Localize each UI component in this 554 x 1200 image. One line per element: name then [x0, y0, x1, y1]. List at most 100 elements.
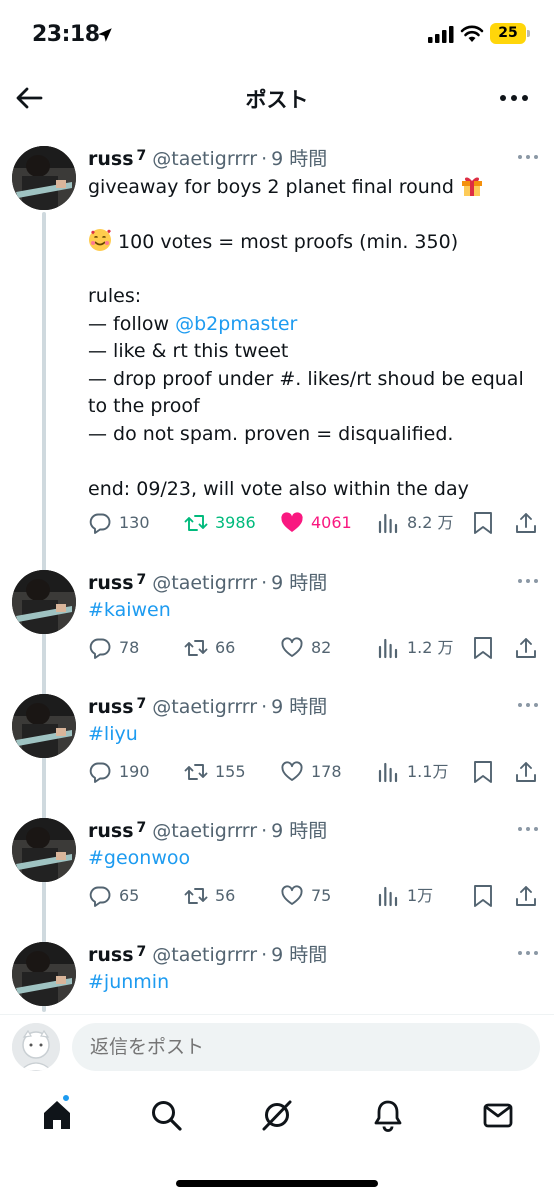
- display-name[interactable]: russ: [88, 572, 134, 594]
- tweet-main[interactable]: russ 7 @taetigrrrr · 9 時間 giveaway for boys …: [0, 146, 554, 546]
- views-chart-icon: [378, 886, 398, 907]
- location-arrow-icon: [98, 28, 112, 42]
- retweet-icon: [184, 764, 208, 780]
- tweet-reply[interactable]: russ 7 @taetigrrrr · 9 時間 #kaiwen 78 66 82 1…: [0, 570, 554, 680]
- reply-count: 65: [119, 886, 140, 905]
- tweet-text-line: — like & rt this tweet: [88, 340, 289, 362]
- name-badge: 7: [136, 572, 147, 588]
- name-badge: 7: [136, 148, 147, 164]
- tweet-actions: 190 155 178 1.1万: [88, 758, 548, 786]
- reply-button[interactable]: 65: [88, 882, 139, 910]
- home-indicator[interactable]: [176, 1180, 378, 1187]
- tweet-reply[interactable]: russ 7 @taetigrrrr · 9 時間 #liyu 190 155 178 …: [0, 694, 554, 804]
- display-name[interactable]: russ: [88, 944, 134, 966]
- tweet-text: #kaiwen: [88, 597, 538, 625]
- separator-dot: ·: [261, 944, 268, 966]
- like-button[interactable]: 178: [280, 758, 342, 786]
- display-name[interactable]: russ: [88, 148, 134, 170]
- like-button[interactable]: 82: [280, 634, 331, 662]
- user-handle[interactable]: @taetigrrrr: [152, 696, 257, 718]
- tweet-more-icon[interactable]: [516, 822, 540, 836]
- nav-grok[interactable]: [260, 1098, 294, 1132]
- tweet-reply[interactable]: russ 7 @taetigrrrr · 9 時間 #geonwoo 65 56 75 …: [0, 818, 554, 928]
- reply-count: 190: [119, 762, 150, 781]
- tweet-header: russ 7 @taetigrrrr · 9 時間: [88, 694, 327, 720]
- hashtag-link[interactable]: #junmin: [88, 971, 169, 993]
- tweet-actions: 65 56 75 1万: [88, 882, 548, 910]
- like-count: 4061: [311, 513, 352, 532]
- hashtag-link[interactable]: #geonwoo: [88, 847, 190, 869]
- hashtag-link[interactable]: #liyu: [88, 723, 138, 745]
- tweet-more-icon[interactable]: [516, 698, 540, 712]
- retweet-icon: [184, 888, 208, 904]
- retweet-button[interactable]: 3986: [184, 509, 256, 537]
- home-icon: [44, 1101, 70, 1129]
- mention-link[interactable]: @b2pmaster: [175, 313, 297, 335]
- like-button[interactable]: 4061: [280, 509, 352, 537]
- nav-notifications[interactable]: [371, 1098, 405, 1132]
- retweet-button[interactable]: 155: [184, 758, 246, 786]
- timestamp: 9 時間: [271, 944, 328, 966]
- avatar[interactable]: [12, 942, 76, 1006]
- tweet-header: russ 7 @taetigrrrr · 9 時間: [88, 146, 327, 172]
- heart-icon: [281, 761, 303, 781]
- avatar[interactable]: [12, 146, 76, 210]
- views-button[interactable]: 8.2 万: [376, 509, 454, 537]
- bookmark-icon[interactable]: [472, 511, 494, 535]
- heart-icon: [281, 637, 303, 657]
- more-options-icon[interactable]: [498, 84, 530, 112]
- user-handle[interactable]: @taetigrrrr: [152, 820, 257, 842]
- timestamp: 9 時間: [271, 696, 328, 718]
- views-count: 1.1万: [407, 762, 449, 781]
- timestamp: 9 時間: [271, 820, 328, 842]
- tweet-text: giveaway for boys 2 planet final round 1…: [88, 173, 538, 503]
- gift-emoji: [461, 177, 482, 196]
- name-badge: 7: [136, 820, 147, 836]
- nav-home[interactable]: [40, 1098, 74, 1132]
- share-icon[interactable]: [514, 511, 538, 535]
- like-button[interactable]: 75: [280, 882, 331, 910]
- share-icon[interactable]: [514, 884, 538, 908]
- views-button[interactable]: 1万: [376, 882, 433, 910]
- separator-dot: ·: [261, 572, 268, 594]
- user-handle[interactable]: @taetigrrrr: [152, 944, 257, 966]
- status-time: 23:18: [32, 22, 100, 47]
- user-handle[interactable]: @taetigrrrr: [152, 148, 257, 170]
- reply-button[interactable]: 190: [88, 758, 150, 786]
- reply-button[interactable]: 130: [88, 509, 150, 537]
- views-button[interactable]: 1.2 万: [376, 634, 454, 662]
- nav-messages[interactable]: [481, 1098, 515, 1132]
- name-badge: 7: [136, 696, 147, 712]
- messages-icon: [483, 1103, 513, 1128]
- retweet-button[interactable]: 56: [184, 882, 235, 910]
- display-name[interactable]: russ: [88, 820, 134, 842]
- tweet-more-icon[interactable]: [516, 150, 540, 164]
- name-badge: 7: [136, 944, 147, 960]
- tweet-more-icon[interactable]: [516, 946, 540, 960]
- tweet-more-icon[interactable]: [516, 574, 540, 588]
- retweet-count: 66: [215, 638, 236, 657]
- share-icon[interactable]: [514, 636, 538, 660]
- tweet-text-line: giveaway for boys 2 planet final round: [88, 176, 454, 198]
- nav-search[interactable]: [149, 1098, 183, 1132]
- retweet-button[interactable]: 66: [184, 634, 235, 662]
- avatar[interactable]: [12, 818, 76, 882]
- tweet-text-line: end: 09/23, will vote also within the da…: [88, 477, 469, 500]
- bookmark-icon[interactable]: [472, 884, 494, 908]
- hashtag-link[interactable]: #kaiwen: [88, 599, 171, 621]
- battery-cap: [527, 30, 530, 37]
- views-button[interactable]: 1.1万: [376, 758, 448, 786]
- own-avatar[interactable]: [12, 1023, 60, 1071]
- reply-button[interactable]: 78: [88, 634, 139, 662]
- user-handle[interactable]: @taetigrrrr: [152, 572, 257, 594]
- display-name[interactable]: russ: [88, 696, 134, 718]
- avatar[interactable]: [12, 694, 76, 758]
- smiling-face-with-hearts-emoji: [89, 229, 111, 251]
- bookmark-icon[interactable]: [472, 760, 494, 784]
- avatar[interactable]: [12, 570, 76, 634]
- bookmark-icon[interactable]: [472, 636, 494, 660]
- tweet-reply[interactable]: russ 7 @taetigrrrr · 9 時間 #junmin: [0, 942, 554, 1014]
- reply-bar: [0, 1015, 554, 1079]
- share-icon[interactable]: [514, 760, 538, 784]
- reply-input[interactable]: [72, 1023, 540, 1071]
